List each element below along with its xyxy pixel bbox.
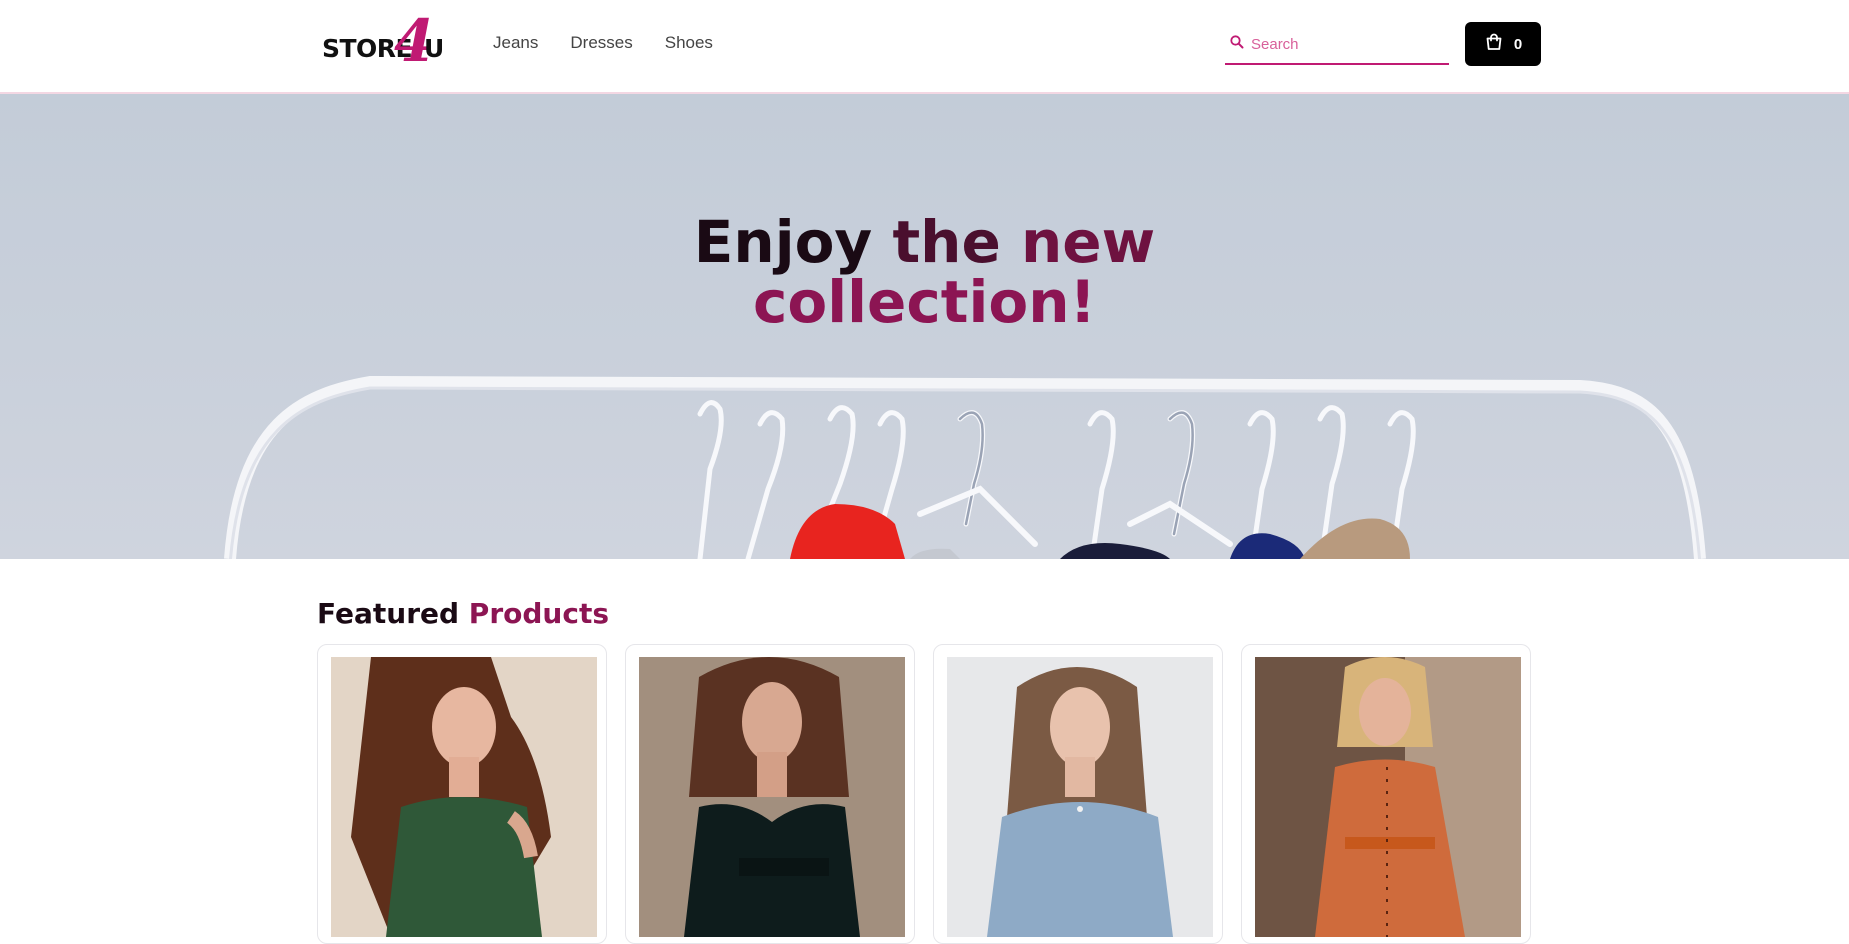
search-icon (1229, 34, 1245, 50)
nav-link-shoes[interactable]: Shoes (665, 33, 713, 53)
featured-title-part2: Products (468, 597, 609, 630)
product-card-3[interactable] (933, 644, 1223, 944)
search-box (1225, 24, 1449, 65)
hero-banner: Enjoy the new collection! (0, 94, 1849, 559)
product-card-1[interactable] (317, 644, 607, 944)
hero-word-3: new (1021, 208, 1156, 276)
featured-title-part1: Featured (317, 597, 460, 630)
product-card-4[interactable] (1241, 644, 1531, 944)
product-image[interactable] (639, 657, 905, 937)
cart-button[interactable]: 0 (1465, 22, 1541, 66)
search-input[interactable] (1249, 30, 1443, 58)
product-image[interactable] (947, 657, 1213, 937)
product-image[interactable] (331, 657, 597, 937)
product-card-2[interactable] (625, 644, 915, 944)
main-nav: Jeans Dresses Shoes (493, 33, 713, 53)
nav-link-jeans[interactable]: Jeans (493, 33, 538, 53)
product-image[interactable] (1255, 657, 1521, 937)
hero-headline: Enjoy the new collection! (0, 212, 1849, 332)
product-grid (317, 644, 1533, 944)
nav-link-dresses[interactable]: Dresses (570, 33, 632, 53)
shopping-bag-icon (1484, 32, 1504, 56)
featured-products-heading: Featured Products (317, 597, 609, 630)
hero-word-1: Enjoy (693, 208, 873, 276)
cart-count: 0 (1513, 35, 1523, 53)
site-header: STORE 4 U Jeans Dresses Shoes 0 (0, 0, 1849, 94)
hero-line-2: collection! (753, 268, 1096, 336)
logo-u-text: U (424, 34, 445, 63)
store4u-logo[interactable]: STORE 4 U (322, 12, 452, 72)
hero-word-2: the (892, 208, 1001, 276)
